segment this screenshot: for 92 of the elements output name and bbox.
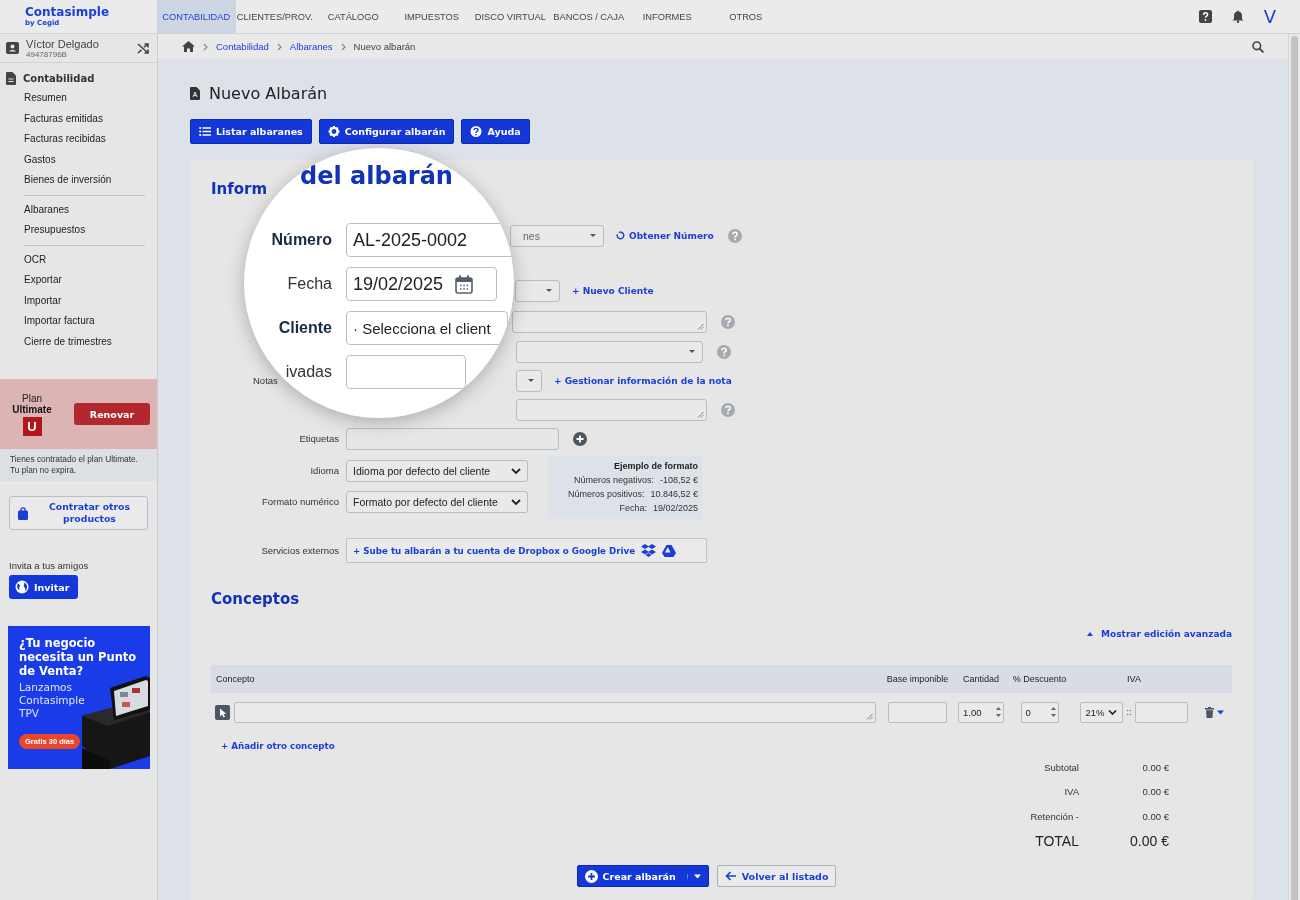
total-label: TOTAL [1034, 832, 1079, 849]
sidebar-item[interactable]: Gastos [0, 149, 157, 170]
sidebar-item[interactable]: Facturas emitidas [0, 108, 157, 129]
select-field[interactable]: Formato por defecto del cliente [346, 490, 528, 513]
plan-note-text: Tienes contratado el plan Ultimate. [10, 454, 139, 465]
field-label: Número [270, 231, 332, 249]
cloud-upload-button[interactable]: + Sube tu albarán a tu cuenta de Dropbox o Google Drive [346, 538, 707, 563]
format-example-value: 10.846,52 € [650, 488, 698, 501]
format-example-label: Números positivos: [567, 488, 645, 501]
add-concept-link[interactable]: + Añadir otro concepto [221, 741, 1232, 751]
nav-tab[interactable]: DISCO VIRTUAL [471, 0, 550, 33]
breadcrumb-link[interactable]: Albaranes [289, 41, 333, 52]
field-label: Fecha [286, 275, 332, 293]
format-example-title: Ejemplo de formato [614, 460, 698, 473]
sidebar-item[interactable]: Importar factura [0, 311, 157, 332]
format-example-label: Fecha: [619, 502, 647, 515]
user-initial[interactable]: V [1263, 6, 1276, 27]
field-label: Etiquetas [298, 433, 339, 444]
total-label: Subtotal [1043, 761, 1079, 773]
nav-tab[interactable]: IMPUESTOS [392, 0, 471, 33]
separator-text: :: [1126, 707, 1132, 717]
date-field[interactable]: 19/02/2025 [346, 267, 497, 301]
sidebar-item[interactable]: Bienes de inversión [0, 170, 157, 191]
sidebar-item[interactable]: Importar [0, 290, 157, 311]
nav-tab[interactable]: CATÁLOGO [314, 0, 393, 33]
number-field[interactable]: 0 [1020, 701, 1059, 723]
sidebar-item[interactable]: Resumen [0, 88, 157, 109]
ad-headline: ¿Tu negocio necesita un Punto de Venta? [19, 636, 138, 678]
nav-tab[interactable]: BANCOS / CAJA [549, 0, 628, 33]
toolbar-button[interactable]: Listar albaranes [190, 119, 312, 144]
toolbar-button[interactable]: Configurar albarán [318, 119, 455, 144]
column-header: Base imponible [880, 665, 955, 693]
user-id: 49478796B [26, 49, 67, 59]
select-field[interactable]: Idioma por defecto del cliente [346, 459, 528, 482]
section-title: Contabilidad [23, 73, 95, 84]
total-value: 0.00 € [1129, 832, 1169, 849]
column-header: % Descuento [1007, 665, 1072, 693]
link[interactable]: + Nuevo Cliente [572, 285, 654, 296]
renew-button[interactable]: Renovar [74, 403, 150, 425]
column-header: Cantidad [955, 665, 1007, 693]
sidebar-item[interactable]: Cierre de trimestres [0, 331, 157, 352]
plan-name: Ultimate [12, 403, 52, 415]
input-field[interactable]: AL-2025-0002 [346, 223, 514, 257]
select-field[interactable]: nes [510, 224, 604, 247]
sidebar-item[interactable]: Facturas recibidas [0, 129, 157, 150]
format-example-value: 19/02/2025 [652, 502, 698, 515]
link[interactable]: Obtener Número [616, 230, 714, 241]
sidebar-item[interactable]: Albaranes [0, 199, 157, 220]
page-title: Nuevo Albarán [209, 83, 328, 103]
back-button[interactable]: Volver al listado [716, 865, 837, 887]
plan-label: Plan [22, 392, 42, 404]
field-label: Notas [252, 375, 279, 386]
total-value: 0.00 € [1141, 810, 1169, 822]
advanced-edit-link[interactable]: Mostrar edición avanzada [1101, 629, 1232, 639]
sidebar-item[interactable]: Exportar [0, 270, 157, 291]
column-header: IVA [1072, 665, 1196, 693]
products-button[interactable]: Contratar otros productos [9, 496, 148, 530]
link[interactable]: + Gestionar información de la nota [554, 375, 732, 386]
field-label: Idioma [309, 465, 339, 476]
column-header: Concepto [211, 665, 880, 693]
section-title: Inform [211, 180, 269, 200]
number-field[interactable]: 1.00 [958, 701, 1004, 723]
sidebar-item[interactable]: Presupuestos [0, 220, 157, 241]
section-title: Conceptos [211, 590, 301, 610]
nav-tab[interactable]: CONTABILIDAD [157, 0, 236, 33]
create-button[interactable]: Crear albarán [576, 865, 709, 887]
section-title: del albarán [300, 161, 454, 192]
sidebar-item[interactable]: OCR [0, 249, 157, 270]
field-label: Cliente [277, 319, 332, 337]
total-label: IVA [1063, 786, 1079, 798]
input-field[interactable]: · Selecciona el client [346, 311, 508, 345]
plan-note-text: Tu plan no expira. [10, 465, 78, 476]
plan-badge: U [22, 416, 42, 436]
format-example-label: Números negativos: [573, 474, 654, 487]
total-label: Retención - [1029, 810, 1079, 822]
format-example-value: -108,52 € [659, 474, 698, 487]
nav-tab[interactable]: INFORMES [628, 0, 707, 33]
nav-tab[interactable]: CLIENTES/PROV. [235, 0, 314, 33]
toolbar-button[interactable]: Ayuda [461, 119, 530, 144]
invite-text: Invita a tus amigos [9, 560, 90, 571]
breadcrumb-current: Nuevo albarán [353, 41, 416, 52]
total-value: 0.00 € [1141, 786, 1169, 798]
select-field[interactable]: 21% [1080, 701, 1124, 723]
field-label: Formato numérico [260, 496, 339, 507]
nav-tab[interactable]: OTROS [706, 0, 785, 33]
invite-button[interactable]: Invitar [9, 575, 78, 599]
logo-text: Contasimple [25, 6, 111, 19]
ad-text: Lanzamos Contasimple TPV [19, 681, 86, 720]
user-name: Víctor Delgado [26, 37, 100, 50]
field-label: Servicios externos [260, 545, 339, 556]
breadcrumb-link[interactable]: Contabilidad [216, 41, 269, 52]
total-value: 0.00 € [1141, 761, 1169, 773]
